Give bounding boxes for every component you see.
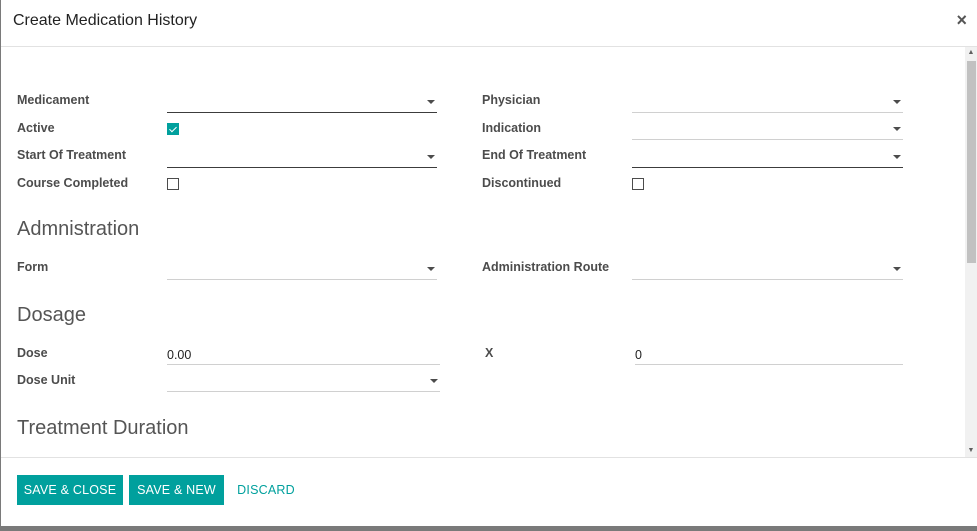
scrollbar-thumb[interactable] (967, 61, 976, 263)
save-and-close-button[interactable]: SAVE & CLOSE (17, 475, 123, 505)
treatment-duration-section-title: Treatment Duration (17, 417, 189, 439)
chevron-down-icon (893, 155, 901, 159)
physician-label: Physician (482, 93, 541, 107)
dose-unit-select[interactable] (167, 372, 440, 392)
end-of-treatment-label: End Of Treatment (482, 148, 587, 162)
form-label: Form (17, 260, 49, 274)
course-completed-checkbox[interactable] (167, 178, 179, 190)
dialog-body: Medicament Physician Active Indication S… (1, 47, 977, 457)
close-icon[interactable]: × (956, 11, 967, 29)
indication-select[interactable] (632, 120, 903, 140)
dose-unit-label: Dose Unit (17, 373, 76, 387)
discard-button[interactable]: DISCARD (232, 475, 300, 505)
scroll-up-arrow-icon[interactable]: ▲ (965, 47, 977, 59)
indication-label: Indication (482, 121, 542, 135)
dialog-header: Create Medication History × (1, 0, 977, 47)
chevron-down-icon (430, 379, 438, 383)
x-input[interactable]: 0 (635, 345, 903, 365)
start-of-treatment-label: Start Of Treatment (17, 148, 127, 162)
administration-section-title: Admnistration (17, 218, 140, 240)
dialog-scrollbar[interactable]: ▲ ▼ (965, 47, 977, 457)
chevron-down-icon (427, 155, 435, 159)
chevron-down-icon (427, 267, 435, 271)
chevron-down-icon (427, 100, 435, 104)
medicament-select[interactable] (167, 93, 437, 113)
start-of-treatment-field[interactable] (167, 148, 437, 168)
active-label: Active (17, 121, 55, 135)
active-checkbox[interactable] (167, 123, 179, 135)
dose-value: 0.00 (167, 348, 192, 362)
form-select[interactable] (167, 260, 437, 280)
x-value: 0 (635, 348, 642, 362)
administration-route-select[interactable] (632, 260, 903, 280)
physician-select[interactable] (632, 93, 903, 113)
x-label: X (485, 346, 494, 360)
scroll-down-arrow-icon[interactable]: ▼ (965, 445, 977, 457)
course-completed-label: Course Completed (17, 176, 129, 190)
chevron-down-icon (893, 127, 901, 131)
dosage-section-title: Dosage (17, 304, 86, 326)
discontinued-checkbox[interactable] (632, 178, 644, 190)
medicament-label: Medicament (17, 93, 90, 107)
end-of-treatment-field[interactable] (632, 148, 903, 168)
dose-label: Dose (17, 346, 48, 360)
dialog-footer: SAVE & CLOSE SAVE & NEW DISCARD (1, 457, 977, 526)
dose-input[interactable]: 0.00 (167, 345, 440, 365)
save-and-new-button[interactable]: SAVE & NEW (129, 475, 224, 505)
dialog-title: Create Medication History (13, 12, 198, 29)
chevron-down-icon (893, 267, 901, 271)
chevron-down-icon (893, 100, 901, 104)
administration-route-label: Administration Route (482, 260, 610, 274)
create-medication-history-dialog: Create Medication History × Medicament P… (1, 0, 977, 526)
discontinued-label: Discontinued (482, 176, 562, 190)
